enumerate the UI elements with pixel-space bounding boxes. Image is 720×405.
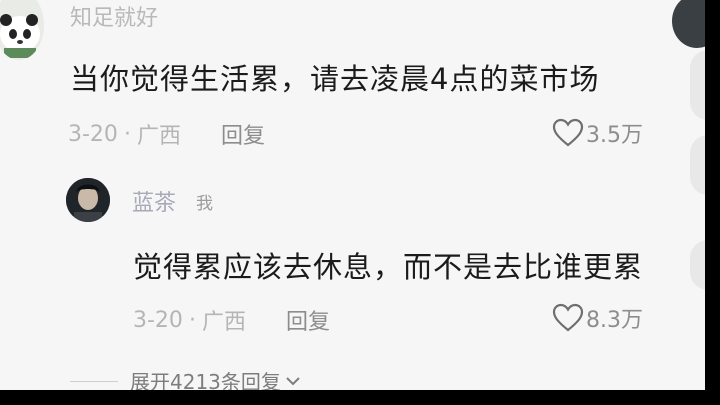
reply-date: 3-20 [133, 307, 183, 333]
floating-avatar [672, 0, 705, 48]
commenter-username[interactable]: 知足就好 [70, 0, 158, 32]
reply-avatar[interactable] [66, 178, 110, 222]
reply-text: 觉得累应该去休息，而不是去比谁更累 [133, 250, 644, 284]
user-avatar-icon [66, 178, 110, 222]
heart-icon [552, 118, 584, 147]
edge-bubble [690, 240, 705, 290]
heart-icon [552, 303, 584, 332]
commenter-avatar[interactable] [0, 0, 44, 60]
panda-avatar-icon [0, 14, 40, 58]
like-button[interactable]: 3.5万 [552, 117, 643, 149]
comment-meta: 3-20 · 广西 回复 [68, 118, 265, 150]
like-button[interactable]: 8.3万 [552, 302, 643, 334]
reply-meta: 3-20 · 广西 回复 [133, 304, 330, 336]
expand-replies-label: 展开4213条回复 [130, 370, 281, 390]
like-count: 8.3万 [586, 308, 643, 333]
expand-replies-button[interactable]: 展开4213条回复 [130, 366, 301, 390]
reply-button[interactable]: 回复 [221, 118, 265, 150]
reply-button[interactable]: 回复 [286, 304, 330, 336]
like-count: 3.5万 [586, 123, 643, 148]
comment-location: 广西 [136, 124, 181, 149]
reply-location: 广西 [201, 310, 246, 335]
expand-divider [70, 381, 118, 382]
comment-screen: 知足就好 当你觉得生活累，请去凌晨4点的菜市场 3-20 · 广西 回复 3.5… [0, 0, 705, 390]
meta-separator: · [188, 307, 196, 333]
comment-text: 当你觉得生活累，请去凌晨4点的菜市场 [70, 62, 600, 96]
reply-username-row: 蓝茶 我 [132, 185, 213, 217]
chevron-down-icon [286, 376, 300, 385]
reply-username[interactable]: 蓝茶 [132, 185, 176, 217]
edge-bubble [690, 135, 705, 195]
me-badge: 我 [196, 193, 214, 214]
edge-bubble [690, 50, 705, 120]
meta-separator: · [123, 121, 131, 147]
comment-date: 3-20 [68, 121, 118, 147]
